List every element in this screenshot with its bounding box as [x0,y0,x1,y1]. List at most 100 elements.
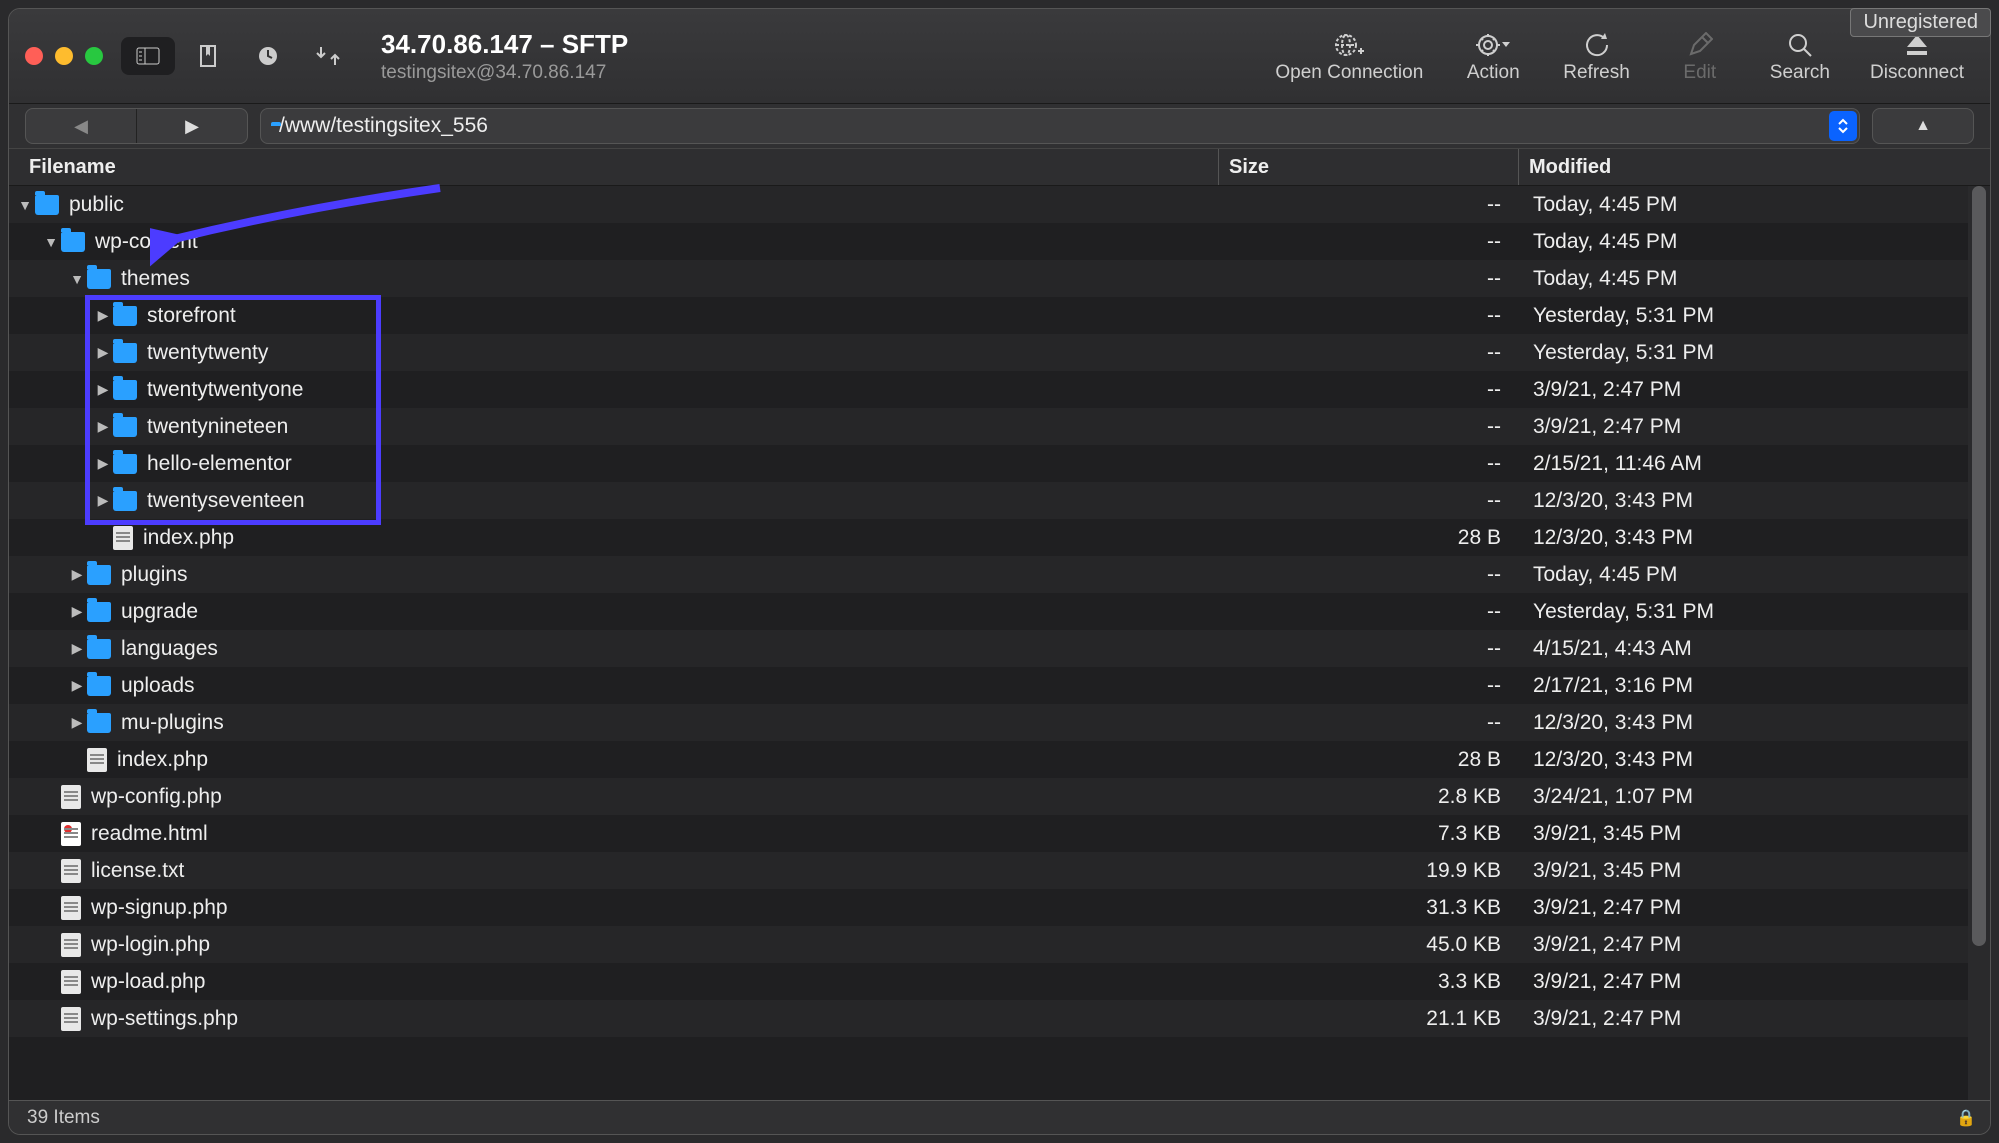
disclosure-triangle[interactable]: ▼ [41,234,61,250]
scrollbar-thumb[interactable] [1972,186,1986,946]
bookmarks-button[interactable] [181,37,235,75]
item-modified: 3/9/21, 2:47 PM [1519,896,1990,920]
status-item-count: 39 Items [27,1107,100,1129]
disclosure-triangle[interactable]: ▶ [93,307,113,324]
file-row[interactable]: license.txt19.9 KB3/9/21, 3:45 PM [9,852,1990,889]
open-connection-button[interactable]: Open Connection [1275,28,1423,84]
disclosure-triangle[interactable]: ▶ [67,566,87,583]
disclosure-triangle[interactable]: ▶ [93,381,113,398]
zoom-window-button[interactable] [85,47,103,65]
item-size: -- [1219,489,1519,513]
action-label: Open Connection [1275,62,1423,84]
disclosure-triangle[interactable]: ▶ [67,603,87,620]
disclosure-triangle[interactable]: ▶ [93,344,113,361]
item-name: twentytwenty [147,341,268,365]
item-name: wp-content [95,230,198,254]
folder-icon [87,713,111,733]
nav-back-button[interactable]: ◀ [26,116,136,137]
close-window-button[interactable] [25,47,43,65]
action-button[interactable]: Action [1463,28,1523,84]
folder-row[interactable]: ▶languages--4/15/21, 4:43 AM [9,630,1990,667]
search-button[interactable]: Search [1770,28,1830,84]
path-bar[interactable]: /www/testingsitex_556 [260,108,1860,144]
item-size: -- [1219,341,1519,365]
app-window: 34.70.86.147 – SFTP testingsitex@34.70.8… [8,8,1991,1135]
action-label: Edit [1683,62,1716,84]
item-size: -- [1219,267,1519,291]
window-controls [25,47,103,65]
folder-icon [87,639,111,659]
item-modified: 3/9/21, 2:47 PM [1519,933,1990,957]
file-row[interactable]: wp-load.php3.3 KB3/9/21, 2:47 PM [9,963,1990,1000]
file-row[interactable]: wp-signup.php31.3 KB3/9/21, 2:47 PM [9,889,1990,926]
folder-row[interactable]: ▶twentytwenty--Yesterday, 5:31 PM [9,334,1990,371]
disclosure-triangle[interactable]: ▼ [67,271,87,287]
action-label: Action [1467,62,1520,84]
file-row[interactable]: wp-login.php45.0 KB3/9/21, 2:47 PM [9,926,1990,963]
scrollbar[interactable] [1968,186,1990,1100]
header-modified[interactable]: Modified [1519,156,1990,179]
disclosure-triangle[interactable]: ▶ [67,714,87,731]
folder-row[interactable]: ▶storefront--Yesterday, 5:31 PM [9,297,1990,334]
magnify-icon [1787,28,1813,62]
item-name: themes [121,267,190,291]
bookmark-icon [198,45,218,67]
transfers-button[interactable] [301,37,355,75]
folder-icon [113,343,137,363]
folder-row[interactable]: ▼wp-content--Today, 4:45 PM [9,223,1990,260]
folder-row[interactable]: ▼themes--Today, 4:45 PM [9,260,1990,297]
file-icon [61,933,81,957]
file-icon [113,526,133,550]
folder-row[interactable]: ▶uploads--2/17/21, 3:16 PM [9,667,1990,704]
path-dropdown-button[interactable] [1829,111,1857,141]
folder-row[interactable]: ▶twentytwentyone--3/9/21, 2:47 PM [9,371,1990,408]
header-size[interactable]: Size [1219,149,1519,185]
item-modified: 2/15/21, 11:46 AM [1519,452,1990,476]
disclosure-triangle[interactable]: ▶ [67,677,87,694]
item-modified: 2/17/21, 3:16 PM [1519,674,1990,698]
item-size: -- [1219,378,1519,402]
refresh-button[interactable]: Refresh [1563,28,1630,84]
item-name: hello-elementor [147,452,292,476]
item-size: 21.1 KB [1219,1007,1519,1031]
file-row[interactable]: index.php28 B12/3/20, 3:43 PM [9,741,1990,778]
folder-row[interactable]: ▶upgrade--Yesterday, 5:31 PM [9,593,1990,630]
disclosure-triangle[interactable]: ▶ [93,455,113,472]
go-up-button[interactable]: ▲ [1872,108,1974,144]
item-modified: 4/15/21, 4:43 AM [1519,637,1990,661]
nav-forward-button[interactable]: ▶ [137,116,247,137]
disclosure-triangle[interactable]: ▶ [93,492,113,509]
file-row[interactable]: readme.html7.3 KB3/9/21, 3:45 PM [9,815,1990,852]
item-name: wp-settings.php [91,1007,238,1031]
header-filename[interactable]: Filename [9,149,1219,185]
gear-dropdown-icon [1476,28,1510,62]
file-row[interactable]: wp-config.php2.8 KB3/24/21, 1:07 PM [9,778,1990,815]
folder-icon [35,195,59,215]
item-modified: 3/24/21, 1:07 PM [1519,785,1990,809]
sidebar-toggle-button[interactable] [121,37,175,75]
history-button[interactable] [241,37,295,75]
minimize-window-button[interactable] [55,47,73,65]
disclosure-triangle[interactable]: ▶ [93,418,113,435]
nav-row: ◀ ▶ /www/testingsitex_556 ▲ [9,104,1990,148]
disclosure-triangle[interactable]: ▼ [15,197,35,213]
disclosure-triangle[interactable]: ▶ [67,640,87,657]
folder-row[interactable]: ▶plugins--Today, 4:45 PM [9,556,1990,593]
item-size: -- [1219,637,1519,661]
globe-plus-icon [1334,28,1364,62]
folder-row[interactable]: ▶mu-plugins--12/3/20, 3:43 PM [9,704,1990,741]
item-size: 19.9 KB [1219,859,1519,883]
item-name: uploads [121,674,195,698]
file-row[interactable]: index.php28 B12/3/20, 3:43 PM [9,519,1990,556]
folder-row[interactable]: ▶hello-elementor--2/15/21, 11:46 AM [9,445,1990,482]
item-size: -- [1219,600,1519,624]
item-size: 45.0 KB [1219,933,1519,957]
item-size: 28 B [1219,748,1519,772]
folder-row[interactable]: ▼public--Today, 4:45 PM [9,186,1990,223]
folder-row[interactable]: ▶twentyseventeen--12/3/20, 3:43 PM [9,482,1990,519]
file-row[interactable]: wp-settings.php21.1 KB3/9/21, 2:47 PM [9,1000,1990,1037]
item-name: plugins [121,563,188,587]
folder-row[interactable]: ▶twentynineteen--3/9/21, 2:47 PM [9,408,1990,445]
status-bar: 39 Items 🔒 [9,1100,1990,1134]
file-list[interactable]: ▼public--Today, 4:45 PM▼wp-content--Toda… [9,186,1990,1100]
